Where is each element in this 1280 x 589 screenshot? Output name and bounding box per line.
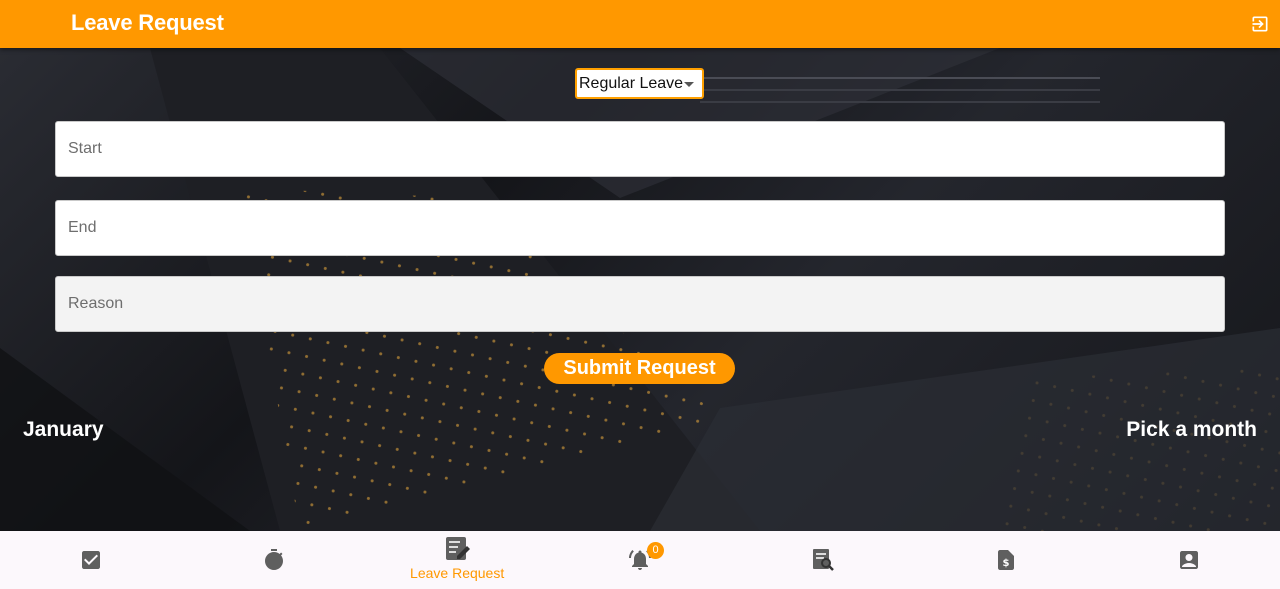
profile-icon bbox=[1179, 551, 1198, 569]
nav-item-reports[interactable] bbox=[731, 531, 914, 589]
payslip-icon: $ bbox=[997, 550, 1014, 570]
start-date-field[interactable] bbox=[55, 121, 1225, 177]
leave-type-value: Regular Leave bbox=[579, 74, 684, 92]
end-date-field[interactable] bbox=[55, 200, 1225, 256]
logout-icon[interactable] bbox=[1250, 14, 1270, 34]
nav-item-notifications[interactable]: 0 bbox=[549, 531, 732, 589]
main-content: Regular Leave Submit Request January Pic… bbox=[0, 48, 1280, 531]
current-month: January bbox=[23, 418, 104, 441]
nav-item-payslip[interactable]: $ bbox=[914, 531, 1097, 589]
reason-field[interactable] bbox=[55, 276, 1225, 332]
nav-item-leave-request[interactable]: Leave Request bbox=[366, 531, 549, 589]
bottom-navigation: Leave Request 0 $ bbox=[0, 531, 1280, 589]
leave-type-dropdown[interactable]: Regular Leave bbox=[575, 68, 704, 99]
nav-item-profile[interactable] bbox=[1097, 531, 1280, 589]
nav-item-timer[interactable] bbox=[183, 531, 366, 589]
submit-request-button[interactable]: Submit Request bbox=[544, 353, 735, 384]
checkbox-icon bbox=[82, 551, 101, 569]
svg-text:$: $ bbox=[1002, 558, 1009, 569]
app-bar: Leave Request bbox=[0, 0, 1280, 48]
document-search-icon bbox=[812, 549, 834, 571]
page-title: Leave Request bbox=[71, 10, 224, 35]
leave-request-icon bbox=[446, 537, 471, 560]
nav-label-leave-request: Leave Request bbox=[410, 565, 505, 581]
stopwatch-icon bbox=[265, 549, 284, 570]
notification-badge: 0 bbox=[647, 542, 664, 559]
chevron-down-icon bbox=[684, 82, 694, 87]
nav-item-attendance[interactable] bbox=[0, 531, 183, 589]
pick-month-button[interactable]: Pick a month bbox=[1126, 418, 1257, 442]
